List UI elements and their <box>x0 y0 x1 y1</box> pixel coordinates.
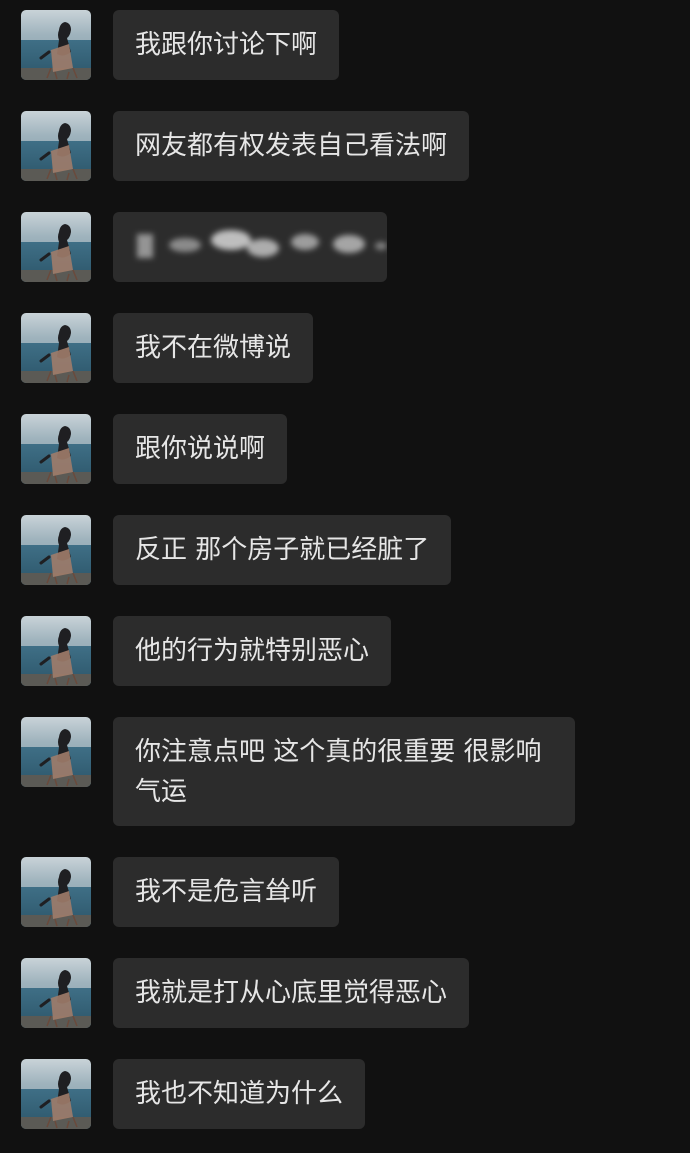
avatar[interactable] <box>21 717 91 787</box>
message-row: 网友都有权发表自己看法啊 <box>21 111 470 181</box>
avatar-image <box>21 1059 91 1129</box>
avatar-image <box>21 414 91 484</box>
message-row: 跟你说说啊 <box>21 414 288 484</box>
avatar[interactable] <box>21 958 91 1028</box>
avatar[interactable] <box>21 616 91 686</box>
avatar[interactable] <box>21 1059 91 1129</box>
avatar-image <box>21 111 91 181</box>
avatar-image <box>21 857 91 927</box>
message-bubble[interactable]: 你注意点吧 这个真的很重要 很影响气运 <box>113 717 575 826</box>
message-bubble[interactable]: 他的行为就特别恶心 <box>113 616 392 686</box>
avatar-image <box>21 616 91 686</box>
message-row: 我也不知道为什么 <box>21 1059 366 1129</box>
message-row: 我不在微博说 <box>21 313 314 383</box>
avatar-image <box>21 10 91 80</box>
message-bubble[interactable]: 跟你说说啊 <box>113 414 288 484</box>
message-row: 我跟你讨论下啊 <box>21 10 340 80</box>
message-row: 我不是危言耸听 <box>21 857 340 927</box>
message-row: 你注意点吧 这个真的很重要 很影响气运 <box>21 717 575 826</box>
message-bubble-blurred[interactable] <box>113 212 387 282</box>
message-bubble[interactable]: 我也不知道为什么 <box>113 1059 366 1129</box>
avatar-image <box>21 212 91 282</box>
avatar[interactable] <box>21 515 91 585</box>
message-row <box>21 212 387 282</box>
avatar-image <box>21 313 91 383</box>
avatar[interactable] <box>21 212 91 282</box>
message-bubble[interactable]: 反正 那个房子就已经脏了 <box>113 515 452 585</box>
message-row: 我就是打从心底里觉得恶心 <box>21 958 470 1028</box>
redacted-text-blur <box>137 230 387 258</box>
message-bubble[interactable]: 我不是危言耸听 <box>113 857 340 927</box>
avatar[interactable] <box>21 10 91 80</box>
message-bubble[interactable]: 我就是打从心底里觉得恶心 <box>113 958 470 1028</box>
message-bubble[interactable]: 我不在微博说 <box>113 313 314 383</box>
message-bubble[interactable]: 我跟你讨论下啊 <box>113 10 340 80</box>
message-row: 反正 那个房子就已经脏了 <box>21 515 452 585</box>
avatar[interactable] <box>21 414 91 484</box>
message-bubble[interactable]: 网友都有权发表自己看法啊 <box>113 111 470 181</box>
message-row: 他的行为就特别恶心 <box>21 616 392 686</box>
avatar[interactable] <box>21 111 91 181</box>
avatar[interactable] <box>21 857 91 927</box>
avatar-image <box>21 958 91 1028</box>
avatar[interactable] <box>21 313 91 383</box>
avatar-image <box>21 717 91 787</box>
avatar-image <box>21 515 91 585</box>
